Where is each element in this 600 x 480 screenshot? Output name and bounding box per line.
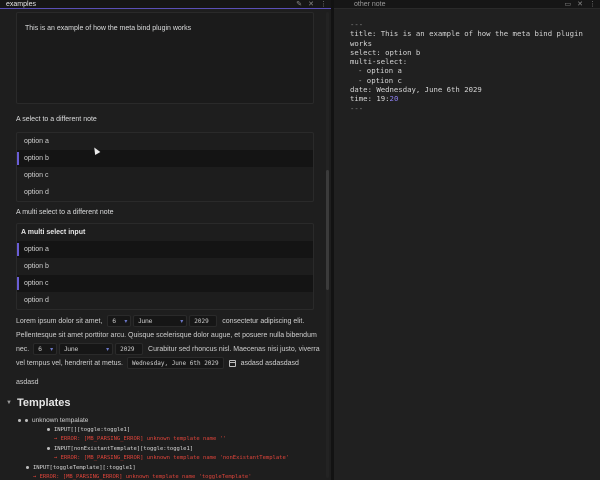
multi-select-label: A multi select to a different note	[16, 209, 114, 216]
month-value: June	[138, 318, 153, 326]
templates-heading-text: Templates	[16, 397, 71, 409]
template-group-label: unknown tempalate	[32, 417, 89, 424]
inline-inputs-paragraph: Lorem ipsum dolor sit amet, 6 ▾ June ▾ 202…	[16, 315, 320, 395]
bullet	[47, 446, 50, 450]
intro-text: This is an example of how the meta bind …	[25, 25, 192, 32]
select-option-d[interactable]: option d	[17, 184, 313, 201]
template-code: INPUT[nonExistantTemplate][toggle:toggle…	[54, 446, 194, 452]
multi-option-b[interactable]: option b	[17, 258, 313, 275]
template-code: INPUT[toggleTemplate][:toggle1]	[33, 465, 136, 471]
yaml-time-key: time: 19:	[350, 94, 390, 104]
multi-option-c[interactable]: option c	[17, 275, 313, 292]
select-option-c[interactable]: option c	[17, 167, 313, 184]
templates-list: unknown tempalate INPUT[][toggle:toggle1…	[0, 417, 331, 480]
collapse-triangle-icon[interactable]: ▼	[6, 400, 12, 406]
month-select-2[interactable]: June ▾	[59, 343, 114, 356]
frontmatter-source: --- title: This is an example of how the…	[350, 20, 583, 113]
yaml-delimiter: ---	[350, 103, 364, 113]
calendar-icon[interactable]	[228, 359, 236, 367]
chevron-down-icon: ▾	[124, 319, 128, 326]
year-input[interactable]: 2029	[189, 315, 218, 328]
para-text: Curabitur sed rhoncus nisl. Maecenas nis…	[148, 346, 320, 353]
multi-option-d[interactable]: option d	[17, 292, 313, 309]
para-text: Pellentesque sit amet porttitor arcu. Qu…	[16, 332, 317, 339]
left-pane: examples ✎ ✕ ⋮ This is an example of how…	[0, 0, 331, 480]
multi-select-title: A multi select input	[21, 229, 86, 236]
year-input-2[interactable]: 2029	[115, 343, 144, 356]
para-text: Lorem ipsum dolor sit amet,	[16, 318, 103, 325]
yaml-time-minutes: 20	[389, 94, 399, 104]
left-tab-header: examples ✎ ✕ ⋮	[0, 0, 331, 9]
bullet	[18, 418, 21, 422]
templates-heading[interactable]: ▼ Templates	[6, 397, 71, 409]
yaml-multi-item-c: option c	[366, 75, 402, 85]
day-select[interactable]: 6 ▾	[107, 315, 132, 328]
book-icon[interactable]: ▭	[565, 0, 572, 9]
list-dash: -	[358, 66, 367, 76]
para-text: vel tempus vel, hendrerit at metus.	[16, 360, 123, 367]
yaml-title-wrap: works	[350, 38, 372, 48]
select-list: option a option b option c option d	[16, 132, 314, 202]
yaml-delimiter: ---	[350, 20, 364, 29]
day-value: 6	[112, 318, 116, 326]
template-code: INPUT[][toggle:toggle1]	[54, 427, 131, 433]
bullet	[47, 427, 50, 431]
select-option-b[interactable]: option b	[17, 150, 313, 167]
active-tab-indicator	[0, 8, 331, 9]
right-pane: other note ▭ ✕ ⋮ --- title: This is an e…	[334, 0, 600, 480]
para-text: asdasd asdasdasd	[240, 360, 299, 367]
left-scrollbar-thumb[interactable]	[326, 170, 329, 290]
month-value: June	[64, 346, 79, 354]
more-icon[interactable]: ⋮	[589, 0, 596, 9]
bullet	[25, 418, 28, 422]
bullet	[26, 465, 29, 469]
right-tab-header: other note ▭ ✕ ⋮	[334, 0, 600, 9]
close-icon[interactable]: ✕	[577, 0, 583, 9]
right-tab-title[interactable]: other note	[354, 0, 386, 9]
list-dash: -	[358, 75, 367, 85]
month-select[interactable]: June ▾	[133, 315, 188, 328]
select-option-a[interactable]: option a	[17, 133, 313, 150]
right-tab-actions: ▭ ✕ ⋮	[565, 0, 597, 9]
date-picker-input[interactable]: Wednesday, June 6th 2029	[126, 357, 224, 370]
yaml-multi-item-a: option a	[366, 66, 402, 76]
select-label: A select to a different note	[16, 116, 97, 123]
chevron-down-icon: ▾	[106, 347, 110, 354]
para-text: consectetur adipiscing elit.	[222, 318, 305, 325]
multi-option-a[interactable]: option a	[17, 241, 313, 258]
yaml-select: select: option b	[350, 47, 421, 57]
template-error: → ERROR: [MB_PARSING_ERROR] unknown temp…	[54, 436, 227, 442]
chevron-down-icon: ▾	[180, 319, 184, 326]
yaml-date: date: Wednesday, June 6th 2029	[350, 85, 482, 95]
day-value: 6	[38, 346, 42, 354]
chevron-down-icon: ▾	[50, 347, 54, 354]
para-text: nec.	[16, 346, 30, 353]
day-select-2[interactable]: 6 ▾	[33, 343, 58, 356]
template-error: → ERROR: [MB_PARSING_ERROR] unknown temp…	[54, 455, 290, 461]
template-error: → ERROR: [MB_PARSING_ERROR] unknown temp…	[33, 474, 252, 480]
yaml-multi-select: multi-select:	[350, 57, 408, 67]
para-text: asdasd	[16, 379, 39, 386]
intro-card: This is an example of how the meta bind …	[16, 12, 314, 104]
yaml-title: title: This is an example of how the met…	[350, 29, 583, 39]
multi-select-list: A multi select input option a option b o…	[16, 223, 314, 310]
